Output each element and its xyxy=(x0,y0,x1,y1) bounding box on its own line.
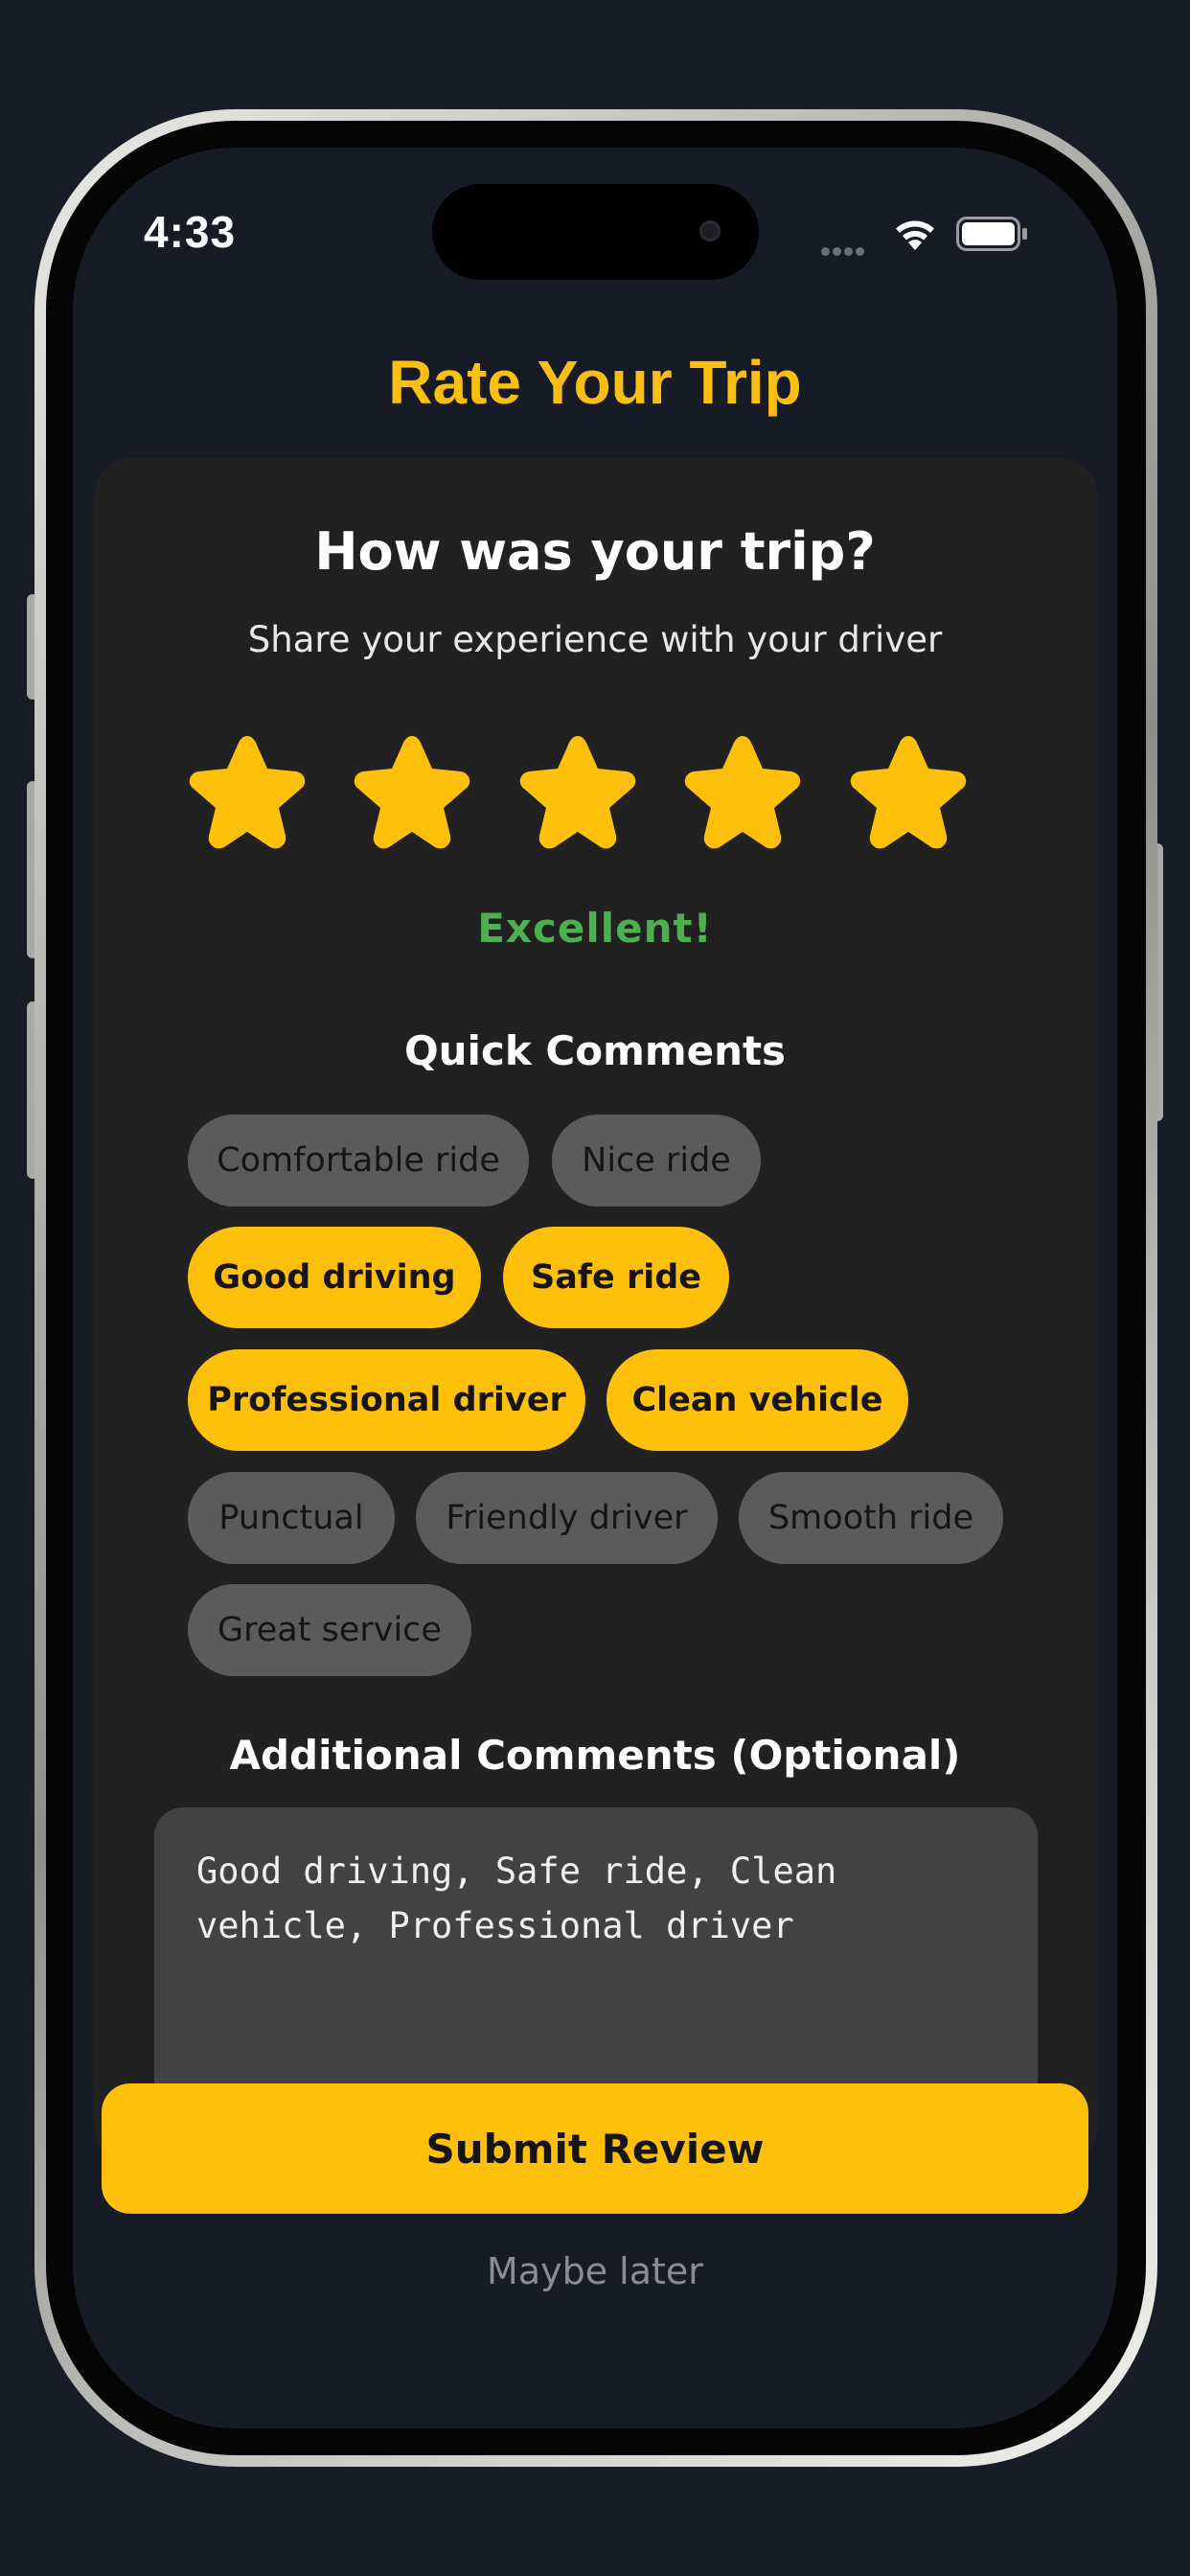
wifi-icon xyxy=(896,220,934,250)
quick-comments-title: Quick Comments xyxy=(403,1027,787,1074)
battery-icon xyxy=(956,217,1027,251)
quick-comment-chip[interactable]: Professional driver xyxy=(188,1349,585,1451)
submit-review-button[interactable]: Submit Review xyxy=(102,2083,1088,2214)
quick-comment-chip[interactable]: Nice ride xyxy=(552,1115,761,1207)
quick-comment-chip[interactable]: Punctual xyxy=(188,1472,395,1564)
quick-comment-chip[interactable]: Comfortable ride xyxy=(188,1115,529,1207)
additional-comments-input[interactable]: Good driving, Safe ride, Clean vehicle, … xyxy=(154,1807,1038,2114)
star-icon-4[interactable] xyxy=(675,728,810,862)
device-stage: 4:33 Rate Your Trip How was your trip? S… xyxy=(0,0,1190,2576)
dynamic-island xyxy=(432,184,759,280)
card-title: How was your trip? xyxy=(314,521,876,582)
quick-comment-chip[interactable]: Friendly driver xyxy=(416,1472,718,1564)
status-time: 4:33 xyxy=(144,207,237,257)
maybe-later-link[interactable]: Maybe later xyxy=(0,2250,1190,2292)
quick-comment-chip[interactable]: Great service xyxy=(188,1584,471,1676)
star-icon-3[interactable] xyxy=(511,728,645,862)
star-icon-1[interactable] xyxy=(180,728,314,862)
card-subtitle: Share your experience with your driver xyxy=(247,619,943,660)
quick-comment-chip[interactable]: Good driving xyxy=(188,1227,481,1328)
quick-comment-chip[interactable]: Clean vehicle xyxy=(606,1349,908,1451)
page-title: Rate Your Trip xyxy=(388,348,802,417)
additional-comments-title: Additional Comments (Optional) xyxy=(229,1732,961,1779)
quick-comment-chip[interactable]: Smooth ride xyxy=(739,1472,1003,1564)
star-icon-2[interactable] xyxy=(345,728,479,862)
star-rating xyxy=(180,728,975,862)
front-camera-icon xyxy=(699,220,721,242)
star-icon-5[interactable] xyxy=(841,728,975,862)
cellular-signal-icon xyxy=(821,242,867,260)
rating-label: Excellent! xyxy=(477,905,713,952)
quick-comment-chip[interactable]: Safe ride xyxy=(503,1227,729,1328)
